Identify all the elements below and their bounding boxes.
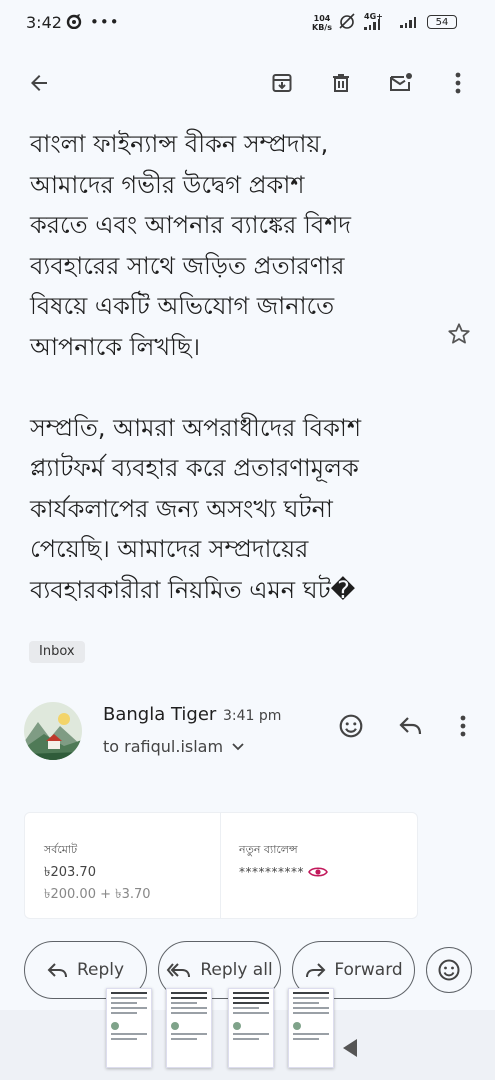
message-body: বাংলা ফাইন্যান্স বীকন সম্প্রদায়, আমাদের…	[30, 130, 362, 604]
network-speed-value: 104	[313, 14, 331, 23]
screenshot-thumbnail-1[interactable]	[106, 988, 152, 1068]
message-more-button[interactable]	[448, 708, 478, 744]
network-speed: 104 KB/s	[312, 14, 332, 32]
reply-icon	[399, 717, 422, 735]
emoji-icon	[438, 959, 460, 981]
message-toolbar	[0, 55, 495, 111]
back-button[interactable]	[19, 55, 59, 111]
label-chip[interactable]: Inbox	[29, 641, 85, 663]
forward-label: Forward	[334, 960, 403, 980]
star-icon	[448, 323, 470, 344]
more-vert-icon	[460, 715, 466, 737]
balance-value: **********	[239, 865, 304, 879]
chevron-down-icon	[232, 743, 244, 751]
mark-unread-icon	[390, 73, 412, 91]
more-notifications-icon: •••	[90, 13, 120, 31]
emoji-icon	[339, 714, 363, 738]
recipient-text: to rafiqul.islam	[103, 737, 224, 756]
sender-avatar[interactable]	[24, 702, 82, 760]
screenshot-thumbnail-4[interactable]	[288, 988, 334, 1068]
delete-icon	[333, 74, 349, 92]
notification-app-icon	[66, 13, 82, 33]
reply-icon	[47, 963, 67, 978]
total-label: সর্বমোট	[44, 843, 78, 856]
total-value: ৳203.70	[44, 865, 96, 880]
add-reaction-button[interactable]	[336, 708, 366, 744]
more-options-button[interactable]	[438, 55, 478, 111]
back-arrow-icon	[31, 75, 47, 91]
recipient-details[interactable]: to rafiqul.islam	[103, 737, 244, 756]
signal-bars-2-icon	[400, 16, 416, 28]
balance-label: নতুন ব্যালেন্স	[239, 843, 298, 856]
battery-level: 54	[435, 17, 449, 28]
delete-button[interactable]	[321, 55, 361, 111]
reply-all-label: Reply all	[200, 960, 273, 980]
reply-label: Reply	[76, 960, 125, 980]
network-speed-unit: KB/s	[312, 23, 332, 32]
status-bar: 3:42 ••• 104 KB/s 4G+ 54	[0, 0, 495, 46]
star-button[interactable]	[446, 321, 472, 351]
screenshot-thumbnail-3[interactable]	[228, 988, 274, 1068]
reply-icon-button[interactable]	[396, 708, 426, 744]
message-time: 3:41 pm	[223, 708, 282, 724]
transaction-card: সর্বমোট ৳203.70 ৳200.00 + ৳3.70 নতুন ব্য…	[24, 812, 418, 919]
sender-name: Bangla Tiger	[103, 704, 217, 725]
reply-all-icon	[167, 963, 191, 978]
archive-button[interactable]	[262, 55, 302, 111]
mark-unread-button[interactable]	[381, 55, 421, 111]
eye-icon[interactable]	[308, 864, 328, 883]
battery-indicator: 54	[427, 15, 457, 29]
forward-icon	[306, 963, 326, 978]
nav-back-icon	[343, 1039, 357, 1057]
signal-bars-1-icon	[364, 18, 380, 30]
archive-icon	[272, 74, 292, 92]
more-vert-icon	[455, 72, 461, 94]
total-breakdown: ৳200.00 + ৳3.70	[44, 887, 151, 902]
alarm-off-icon	[338, 12, 356, 34]
screenshot-thumbnail-2[interactable]	[166, 988, 212, 1068]
reaction-button[interactable]	[426, 947, 472, 993]
status-time: 3:42	[26, 13, 62, 32]
card-divider	[220, 813, 221, 918]
nav-back-button[interactable]	[341, 1038, 359, 1062]
